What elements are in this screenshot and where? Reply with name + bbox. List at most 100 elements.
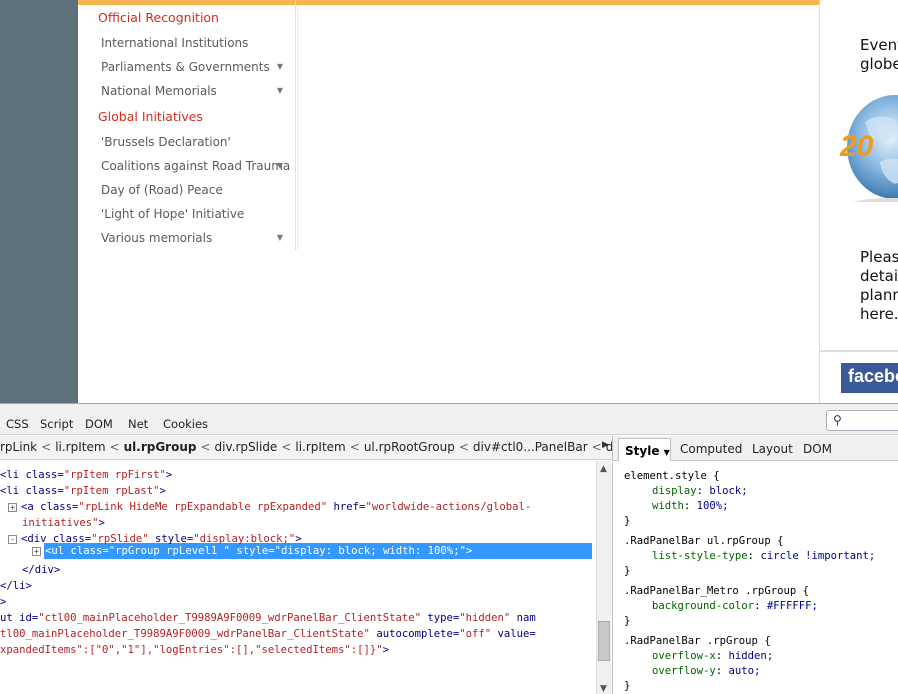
html-tree-node[interactable]: </div> bbox=[22, 562, 60, 578]
css-property[interactable]: list-style-type: circle !important; bbox=[652, 549, 875, 564]
html-token: href= bbox=[327, 501, 366, 513]
css-rules-panel: element.style {display: block; width: 100… bbox=[612, 462, 898, 694]
html-tree-node[interactable]: tl00_mainPlaceholder_T9989A9F0009_wdrPan… bbox=[0, 626, 536, 642]
html-tree-node[interactable]: xpandedItems":["0","1"],"logEntries":[],… bbox=[0, 642, 389, 658]
please-text-3: planne bbox=[860, 286, 898, 304]
html-panel-scrollbar[interactable]: ▲ ▼ bbox=[596, 461, 611, 694]
breadcrumb-item[interactable]: ul.rpGroup bbox=[124, 440, 197, 454]
breadcrumb-item[interactable]: ul.rpRootGroup bbox=[364, 440, 455, 454]
html-token: autocomplete= bbox=[369, 628, 460, 640]
css-property-value: hidden; bbox=[728, 650, 774, 662]
html-token: "worldwide-actions/global- bbox=[365, 501, 532, 513]
event-text-1: Event bbox=[860, 36, 898, 54]
html-tree-node[interactable]: <li class="rpItem rpLast"> bbox=[0, 483, 166, 499]
html-token: ut id= bbox=[0, 612, 39, 624]
side-navigation: Official Recognition International Instit… bbox=[90, 0, 296, 250]
please-text-4[interactable]: here. bbox=[860, 305, 898, 324]
html-tree-node[interactable]: </li> bbox=[0, 578, 32, 594]
tab-cookies[interactable]: Cookies bbox=[163, 417, 208, 431]
tab-dom[interactable]: DOM bbox=[803, 442, 832, 456]
html-token: class= bbox=[25, 469, 64, 481]
css-selector[interactable]: element.style { bbox=[624, 469, 720, 484]
css-rule-close: } bbox=[624, 565, 631, 577]
html-token: <li bbox=[0, 469, 26, 481]
tab-dom[interactable]: DOM bbox=[85, 417, 113, 431]
nav-item[interactable]: National Memorials ▼ bbox=[101, 84, 291, 98]
css-property[interactable]: display: block; bbox=[652, 484, 748, 499]
html-token: style= bbox=[148, 533, 194, 545]
breadcrumb-scroll-arrow-icon[interactable]: ▶ bbox=[602, 440, 609, 450]
css-rule-close: } bbox=[624, 515, 631, 527]
css-colon: : bbox=[683, 500, 697, 512]
collapse-icon[interactable]: - bbox=[8, 535, 17, 544]
breadcrumb-item[interactable]: rpLink bbox=[0, 440, 37, 454]
html-tree-node[interactable]: > bbox=[0, 594, 6, 610]
chevron-down-icon[interactable]: ▼ bbox=[277, 86, 283, 95]
html-tree-node[interactable]: - <div class="rpSlide" style="display:blo… bbox=[8, 531, 302, 547]
facebook-logo[interactable]: facebo bbox=[841, 363, 898, 393]
screen: Official Recognition International Instit… bbox=[0, 0, 898, 694]
css-selector[interactable]: .RadPanelBar_Metro .rpGroup { bbox=[624, 584, 809, 599]
html-tree-node[interactable]: ut id="ctl00_mainPlaceholder_T9989A9F000… bbox=[0, 610, 536, 626]
breadcrumb-item[interactable]: li.rpItem bbox=[295, 440, 345, 454]
css-property-value: #FFFFFF; bbox=[766, 600, 818, 612]
tab-script[interactable]: Script bbox=[40, 417, 73, 431]
breadcrumb-item[interactable]: div.rpSlide bbox=[215, 440, 278, 454]
html-tree-node[interactable]: + <a class="rpLink HideMe rpExpandable rp… bbox=[8, 499, 531, 515]
css-rule-close: } bbox=[624, 615, 631, 627]
html-token: > bbox=[159, 485, 166, 497]
firebug-panel: CSS Script DOM Net Cookies ⚲ rpLink < li.rpIte… bbox=[0, 403, 898, 694]
breadcrumb-separator: < bbox=[281, 440, 292, 454]
css-selector[interactable]: .RadPanelBar .rpGroup { bbox=[624, 634, 771, 649]
nav-item-label: Parliaments & Governments bbox=[101, 60, 270, 74]
css-property[interactable]: overflow-y: auto; bbox=[652, 664, 760, 679]
nav-item[interactable]: Parliaments & Governments ▼ bbox=[101, 60, 291, 74]
html-token: > bbox=[295, 533, 302, 545]
html-token: "rpItem rpLast" bbox=[63, 485, 160, 497]
nav-item-label: Official Recognition bbox=[98, 10, 219, 25]
nav-item-label: Coalitions against Road Trauma bbox=[101, 159, 291, 173]
tab-css[interactable]: CSS bbox=[6, 417, 29, 431]
html-tree-node[interactable]: <li class="rpItem rpFirst"> bbox=[0, 467, 172, 483]
nav-item[interactable]: 'Brussels Declaration' bbox=[101, 135, 291, 149]
expand-icon[interactable]: + bbox=[8, 503, 17, 512]
right-column: Event globe 20 Pleas detail planne bbox=[819, 0, 898, 403]
scroll-thumb[interactable] bbox=[598, 621, 610, 661]
html-token: "rpLink HideMe rpExpandable rpExpanded" bbox=[78, 501, 328, 513]
nav-item[interactable]: Day of (Road) Peace bbox=[101, 183, 291, 197]
nav-item[interactable]: 'Light of Hope' Initiative bbox=[101, 207, 291, 221]
css-property[interactable]: overflow-x: hidden; bbox=[652, 649, 773, 664]
css-rule-close: } bbox=[624, 680, 631, 692]
nav-heading[interactable]: Official Recognition bbox=[98, 10, 288, 25]
html-token: "off" bbox=[459, 628, 492, 640]
html-tree-node[interactable]: initiatives"> bbox=[22, 515, 105, 531]
firebug-search-input[interactable]: ⚲ bbox=[826, 410, 898, 431]
css-property-value: 100%; bbox=[696, 500, 729, 512]
css-property[interactable]: width: 100%; bbox=[652, 499, 729, 514]
breadcrumb-item[interactable]: li.rpItem bbox=[55, 440, 105, 454]
html-token: "hidden" bbox=[459, 612, 511, 624]
scroll-up-arrow-icon[interactable]: ▲ bbox=[600, 464, 607, 474]
nav-item[interactable]: Various memorials ▼ bbox=[101, 231, 291, 245]
nav-heading[interactable]: Global Initiatives bbox=[98, 109, 288, 124]
nav-item-label: International Institutions bbox=[101, 36, 249, 50]
nav-item-label: Global Initiatives bbox=[98, 109, 203, 124]
html-token: "display:block;" bbox=[193, 533, 296, 545]
chevron-down-icon[interactable]: ▼ bbox=[277, 233, 283, 242]
tab-style[interactable]: Style ▼ bbox=[618, 438, 671, 461]
chevron-down-icon[interactable]: ▼ bbox=[277, 62, 283, 71]
css-property-value: circle !important; bbox=[760, 550, 876, 562]
css-selector[interactable]: .RadPanelBar ul.rpGroup { bbox=[624, 534, 783, 549]
nav-item[interactable]: Coalitions against Road Trauma ▼ bbox=[101, 159, 291, 173]
tab-computed[interactable]: Computed bbox=[680, 442, 742, 456]
expand-icon[interactable]: + bbox=[32, 547, 41, 556]
breadcrumb-item[interactable]: div#ctl0...PanelBar bbox=[473, 440, 588, 454]
scroll-down-arrow-icon[interactable]: ▼ bbox=[600, 684, 607, 694]
chevron-down-icon[interactable]: ▼ bbox=[277, 161, 283, 170]
nav-item[interactable]: International Institutions bbox=[101, 36, 291, 50]
css-property[interactable]: background-color: #FFFFFF; bbox=[652, 599, 818, 614]
tab-net[interactable]: Net bbox=[128, 417, 148, 431]
breadcrumb-separator: < bbox=[109, 440, 120, 454]
search-icon: ⚲ bbox=[833, 413, 842, 427]
tab-layout[interactable]: Layout bbox=[752, 442, 793, 456]
